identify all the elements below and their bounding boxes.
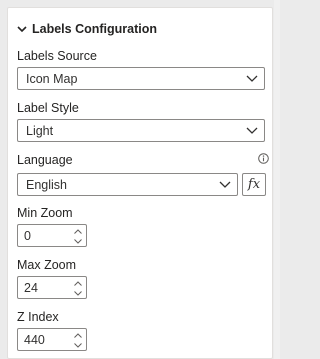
language-value: English [26,177,67,192]
chevron-up-icon [74,228,82,234]
chevron-down-icon [74,238,82,244]
max-zoom-input[interactable] [18,277,70,298]
labels-source-label: Labels Source [17,49,97,63]
labels-source-value: Icon Map [26,71,78,86]
min-zoom-stepper [17,224,87,247]
section-title: Labels Configuration [32,22,157,36]
stepper-arrows [72,278,84,298]
max-zoom-stepper [17,276,87,299]
increment-button[interactable] [72,226,84,236]
chevron-down-icon [219,181,231,188]
chevron-down-icon [17,26,27,33]
max-zoom-label: Max Zoom [17,258,77,272]
min-zoom-input[interactable] [18,225,70,246]
language-label: Language [17,153,73,167]
decrement-button[interactable] [72,236,84,246]
label-style-label: Label Style [17,101,79,115]
section-header-labels-configuration[interactable]: Labels Configuration [16,20,157,38]
chevron-down-icon [246,75,258,82]
decrement-button[interactable] [72,340,84,350]
chevron-down-icon [74,290,82,296]
z-index-label: Z Index [17,310,59,324]
z-index-input[interactable] [18,329,70,350]
format-pane-card: Labels Configuration Labels Source Icon … [7,7,273,359]
chevron-down-icon [74,342,82,348]
conditional-formatting-fx-button[interactable]: fx [242,173,266,196]
chevron-up-icon [74,280,82,286]
language-dropdown[interactable]: English [17,173,238,196]
label-style-dropdown[interactable]: Light [17,119,265,142]
z-index-stepper [17,328,87,351]
stepper-arrows [72,330,84,350]
increment-button[interactable] [72,278,84,288]
labels-source-dropdown[interactable]: Icon Map [17,67,265,90]
stepper-arrows [72,226,84,246]
decrement-button[interactable] [72,288,84,298]
label-style-value: Light [26,123,54,138]
chevron-down-icon [246,127,258,134]
scrollbar[interactable] [274,0,280,359]
min-zoom-label: Min Zoom [17,206,73,220]
info-icon[interactable] [258,153,269,164]
increment-button[interactable] [72,330,84,340]
chevron-up-icon [74,332,82,338]
